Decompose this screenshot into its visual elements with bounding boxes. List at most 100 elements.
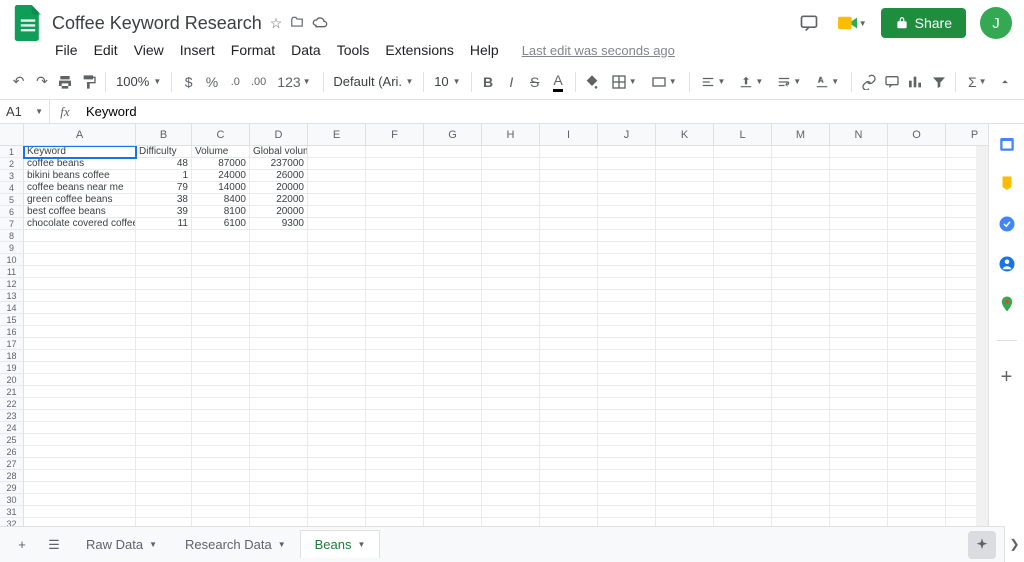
row-header[interactable]: 2	[0, 158, 24, 170]
cell[interactable]	[136, 458, 192, 470]
cell[interactable]	[424, 362, 482, 374]
cell[interactable]: Difficulty	[136, 146, 192, 158]
cell[interactable]	[192, 386, 250, 398]
bold-button[interactable]: B	[477, 69, 498, 95]
cell[interactable]	[714, 494, 772, 506]
cell[interactable]	[24, 482, 136, 494]
cell[interactable]	[656, 338, 714, 350]
cell[interactable]	[308, 422, 366, 434]
cell[interactable]	[136, 386, 192, 398]
cell[interactable]	[424, 374, 482, 386]
cell[interactable]	[772, 362, 830, 374]
cell[interactable]	[424, 338, 482, 350]
keep-icon[interactable]	[997, 174, 1017, 194]
percent-button[interactable]: %	[201, 69, 222, 95]
cell[interactable]	[424, 446, 482, 458]
cell[interactable]	[136, 290, 192, 302]
cell[interactable]	[24, 494, 136, 506]
cell[interactable]	[598, 482, 656, 494]
cell[interactable]	[424, 278, 482, 290]
cell[interactable]	[482, 302, 540, 314]
cell[interactable]	[308, 494, 366, 506]
cell[interactable]	[424, 194, 482, 206]
column-header[interactable]: A	[24, 124, 136, 145]
cell[interactable]	[772, 410, 830, 422]
cell[interactable]	[598, 410, 656, 422]
cell[interactable]	[308, 206, 366, 218]
cell[interactable]	[830, 218, 888, 230]
cell[interactable]	[772, 326, 830, 338]
cell[interactable]	[888, 518, 946, 526]
cell[interactable]: Global volume	[250, 146, 308, 158]
cell[interactable]	[424, 434, 482, 446]
cell[interactable]	[424, 218, 482, 230]
text-color-button[interactable]: A	[547, 69, 568, 95]
cell[interactable]: 79	[136, 182, 192, 194]
cell[interactable]	[366, 506, 424, 518]
cell[interactable]	[772, 302, 830, 314]
cell[interactable]	[772, 446, 830, 458]
cell[interactable]	[308, 290, 366, 302]
cell[interactable]	[482, 278, 540, 290]
cell[interactable]	[424, 470, 482, 482]
cell[interactable]	[424, 350, 482, 362]
cell[interactable]: green coffee beans	[24, 194, 136, 206]
cell[interactable]: Volume	[192, 146, 250, 158]
cell[interactable]	[424, 326, 482, 338]
grid-body[interactable]: 1KeywordDifficultyVolumeGlobal volume2co…	[0, 146, 988, 526]
cell[interactable]	[366, 146, 424, 158]
cell[interactable]	[24, 362, 136, 374]
cell[interactable]	[482, 266, 540, 278]
cell[interactable]	[714, 206, 772, 218]
formula-input[interactable]	[80, 104, 1024, 119]
all-sheets-button[interactable]: ☰	[40, 531, 68, 559]
cell[interactable]	[598, 206, 656, 218]
cell[interactable]	[830, 194, 888, 206]
column-header[interactable]: O	[888, 124, 946, 145]
cell[interactable]	[424, 254, 482, 266]
cell[interactable]	[192, 494, 250, 506]
column-header[interactable]: J	[598, 124, 656, 145]
cell[interactable]	[888, 386, 946, 398]
cell[interactable]	[714, 470, 772, 482]
cell[interactable]	[24, 230, 136, 242]
cell[interactable]	[830, 362, 888, 374]
row-header[interactable]: 15	[0, 314, 24, 326]
cell[interactable]	[24, 374, 136, 386]
cell[interactable]	[366, 362, 424, 374]
cell[interactable]	[308, 446, 366, 458]
cell[interactable]	[192, 410, 250, 422]
cell[interactable]	[308, 506, 366, 518]
cell[interactable]	[308, 458, 366, 470]
show-side-panel-button[interactable]: ❯	[1004, 526, 1024, 562]
cell[interactable]	[656, 302, 714, 314]
cell[interactable]	[772, 422, 830, 434]
cell[interactable]	[598, 170, 656, 182]
more-formats-dropdown[interactable]: 123▼	[271, 69, 316, 95]
row-header[interactable]: 13	[0, 290, 24, 302]
cell[interactable]	[192, 266, 250, 278]
cell[interactable]	[192, 326, 250, 338]
menu-file[interactable]: File	[48, 39, 85, 61]
cell[interactable]	[714, 350, 772, 362]
cell[interactable]	[598, 146, 656, 158]
cell[interactable]	[830, 494, 888, 506]
cell[interactable]	[830, 170, 888, 182]
cell[interactable]	[366, 338, 424, 350]
cell[interactable]	[830, 506, 888, 518]
menu-edit[interactable]: Edit	[87, 39, 125, 61]
cell[interactable]	[308, 194, 366, 206]
cell[interactable]	[656, 254, 714, 266]
cell[interactable]	[24, 290, 136, 302]
cell[interactable]	[772, 470, 830, 482]
cell[interactable]	[250, 398, 308, 410]
cell[interactable]	[24, 338, 136, 350]
cell[interactable]	[24, 422, 136, 434]
cell[interactable]	[540, 446, 598, 458]
cell[interactable]	[24, 242, 136, 254]
cell[interactable]	[772, 386, 830, 398]
last-edit-link[interactable]: Last edit was seconds ago	[522, 43, 675, 58]
cell[interactable]	[192, 446, 250, 458]
sheets-logo[interactable]	[8, 4, 48, 42]
cell[interactable]	[656, 158, 714, 170]
